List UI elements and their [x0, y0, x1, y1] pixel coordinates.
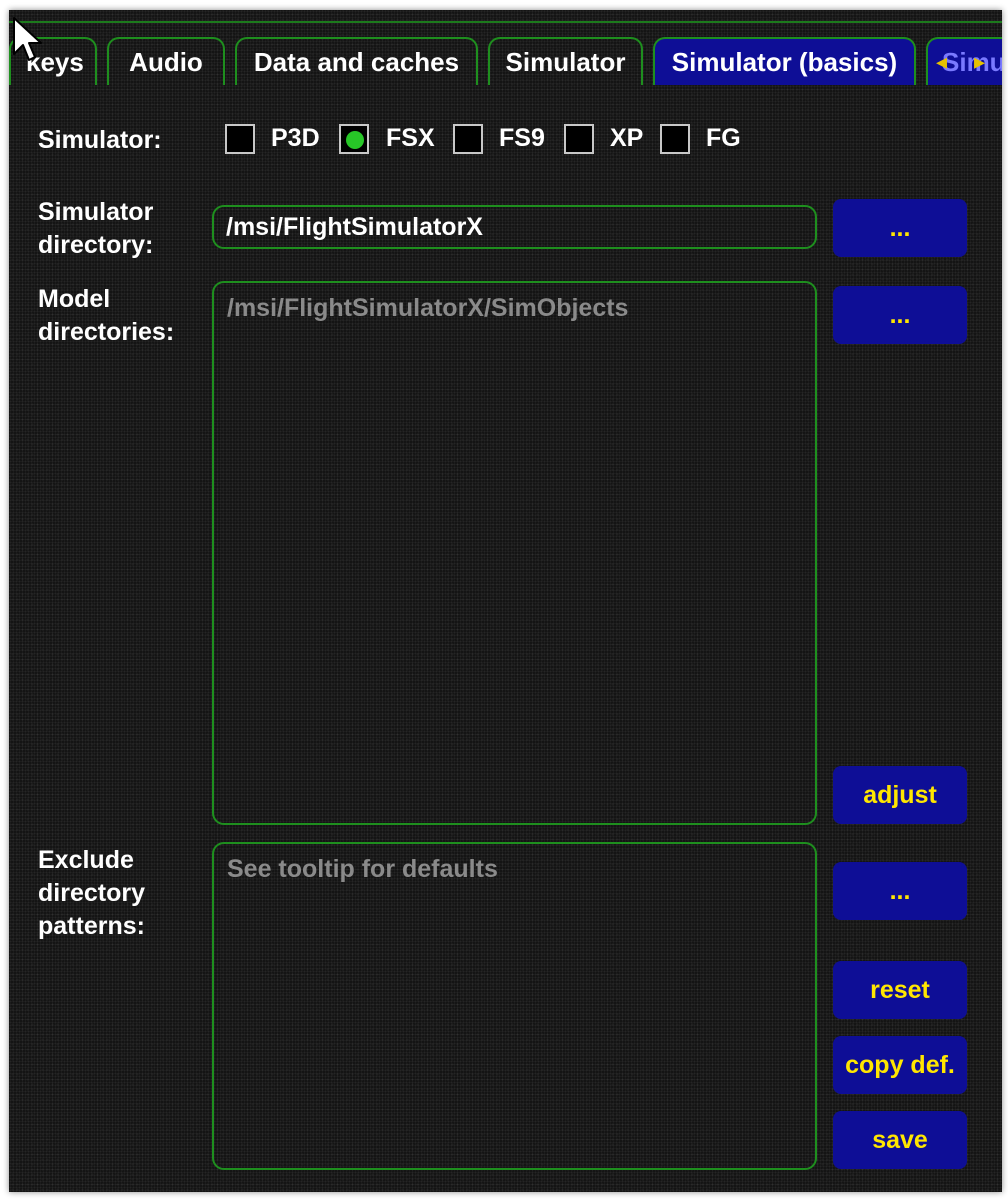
option-xp-box[interactable]	[564, 124, 594, 154]
simulator-label: Simulator:	[38, 126, 162, 154]
model-directories-label: Model directories:	[38, 283, 174, 349]
tab-simulator-basics[interactable]: Simulator (basics)	[653, 37, 916, 85]
adjust-button[interactable]: adjust	[833, 766, 967, 824]
option-p3d-label[interactable]: P3D	[271, 120, 320, 156]
model-directories-label-line2: directories:	[38, 318, 175, 346]
tab-data-and-caches-label: Data and caches	[253, 47, 460, 77]
exclude-patterns-browse-button[interactable]: ...	[833, 862, 967, 920]
model-directories-textarea[interactable]: /msi/FlightSimulatorX/SimObjects	[212, 281, 817, 825]
option-fg-label[interactable]: FG	[706, 120, 741, 156]
scroll-right-icon[interactable]: ▸	[974, 39, 985, 85]
simulator-directory-value: /msi/FlightSimulatorX	[226, 213, 483, 241]
option-fs9-box[interactable]	[453, 124, 483, 154]
simulator-directory-field[interactable]: /msi/FlightSimulatorX	[212, 205, 817, 249]
exclude-patterns-placeholder: See tooltip for defaults	[227, 855, 498, 883]
model-directories-label-line1: Model	[38, 285, 111, 313]
tab-data-and-caches[interactable]: Data and caches	[235, 37, 478, 85]
exclude-patterns-label: Exclude directory patterns:	[38, 844, 145, 943]
exclude-patterns-label-line3: patterns:	[38, 912, 145, 940]
mouse-cursor-icon	[13, 17, 42, 61]
model-directories-browse-button[interactable]: ...	[833, 286, 967, 344]
option-fs9-label[interactable]: FS9	[499, 120, 545, 156]
tab-bar-border	[9, 21, 1002, 23]
tab-simulator-more[interactable]: ◂ Simu ▸	[926, 37, 1002, 85]
option-fsx-label[interactable]: FSX	[386, 120, 435, 156]
option-fg-box[interactable]	[660, 124, 690, 154]
simulator-directory-label-line2: directory:	[38, 231, 154, 259]
tab-audio[interactable]: Audio	[107, 37, 225, 85]
tab-simulator-label: Simulator	[505, 47, 626, 77]
simulator-directory-label-line1: Simulator	[38, 198, 154, 226]
exclude-patterns-label-line2: directory	[38, 879, 145, 907]
save-button[interactable]: save	[833, 1111, 967, 1169]
exclude-patterns-label-line1: Exclude	[38, 846, 134, 874]
tab-simulator-basics-label: Simulator (basics)	[671, 47, 898, 77]
tab-audio-label: Audio	[129, 47, 203, 77]
tab-simulator[interactable]: Simulator	[488, 37, 643, 85]
settings-window: keys Audio Data and caches Simulator Sim…	[9, 10, 1002, 1192]
reset-button[interactable]: reset	[833, 961, 967, 1019]
exclude-patterns-textarea[interactable]: See tooltip for defaults	[212, 842, 817, 1170]
option-fsx-box[interactable]	[339, 124, 369, 154]
tab-simulator-more-label: Simu	[942, 47, 1002, 77]
simulator-directory-label: Simulator directory:	[38, 196, 153, 262]
simulator-directory-browse-button[interactable]: ...	[833, 199, 967, 257]
scroll-left-icon[interactable]: ◂	[936, 39, 947, 85]
selected-dot-icon	[346, 131, 364, 149]
model-directories-placeholder: /msi/FlightSimulatorX/SimObjects	[227, 294, 629, 322]
option-xp-label[interactable]: XP	[610, 120, 643, 156]
copy-defaults-button[interactable]: copy def.	[833, 1036, 967, 1094]
option-p3d-box[interactable]	[225, 124, 255, 154]
